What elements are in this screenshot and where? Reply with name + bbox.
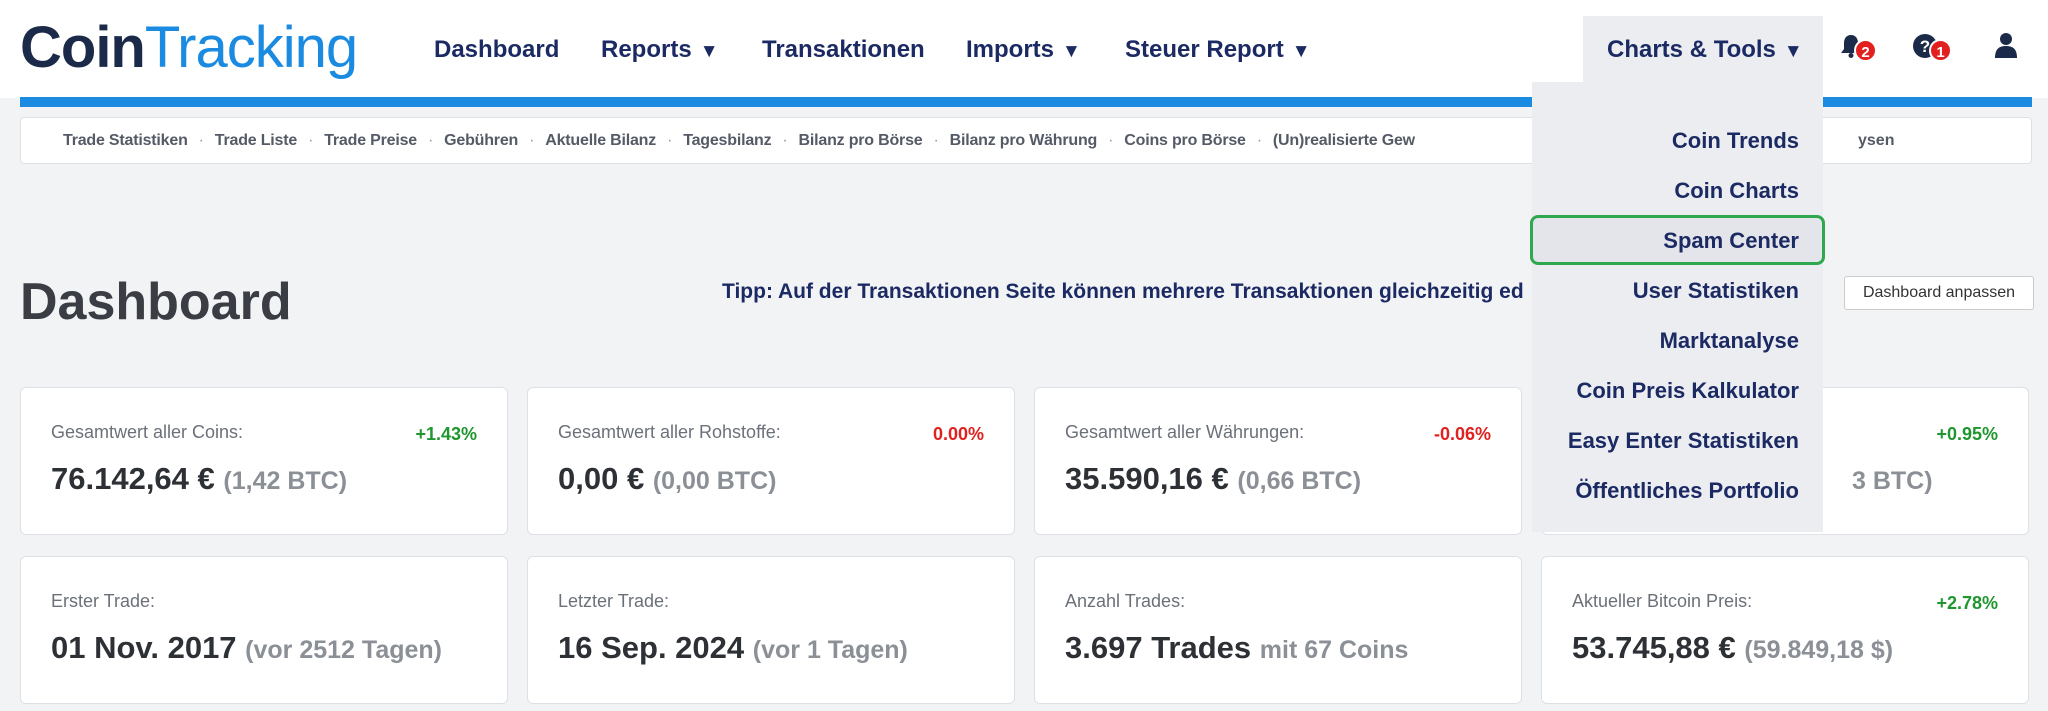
- subnav-item[interactable]: Tagesbilanz: [683, 132, 771, 149]
- stat-card-change: 0.00%: [932, 424, 984, 444]
- nav-steuer-report[interactable]: Steuer Report ▼: [1125, 36, 1311, 64]
- subnav-separator: ·: [529, 132, 535, 149]
- nav-imports[interactable]: Imports ▼: [966, 36, 1081, 64]
- subnav-separator: ·: [198, 132, 204, 149]
- stat-card[interactable]: Gesamtwert aller Währungen: 35.590,16 € (…: [1034, 387, 1522, 535]
- stat-card-main-value: 35.590,16 €: [1065, 461, 1229, 496]
- stat-card-label: Gesamtwert aller Rohstoffe:: [558, 422, 781, 442]
- subnav-item[interactable]: Trade Statistiken: [63, 132, 188, 149]
- subnav-item[interactable]: Trade Preise: [324, 132, 417, 149]
- subnav-item[interactable]: Aktuelle Bilanz: [545, 132, 656, 149]
- subnav-item-partial[interactable]: ysen: [1858, 132, 1894, 150]
- stat-card-value: 35.590,16 € (0,66 BTC): [1065, 461, 1361, 497]
- user-icon: [1995, 33, 2017, 58]
- dropdown-item-user-statistiken[interactable]: User Statistiken: [1633, 278, 1799, 304]
- page-title: Dashboard: [20, 273, 292, 331]
- chevron-down-icon: ▼: [1062, 41, 1081, 62]
- nav-charts-tools[interactable]: Charts & Tools ▼: [1583, 16, 1823, 86]
- dropdown-item-easy-enter-statistiken[interactable]: Easy Enter Statistiken: [1568, 428, 1799, 454]
- subnav-item[interactable]: Coins pro Börse: [1124, 132, 1246, 149]
- stat-card-change: +0.95%: [1936, 424, 1998, 444]
- tip-text: Tipp: Auf der Transaktionen Seite können…: [722, 280, 1524, 303]
- stat-card-value: 53.745,88 € (59.849,18 $): [1572, 630, 1893, 666]
- stat-card[interactable]: Gesamtwert aller Coins: 76.142,64 € (1,42…: [20, 387, 508, 535]
- stat-card-main-value: 16 Sep. 2024: [558, 630, 745, 665]
- stat-card-sub-value: (0,66 BTC): [1237, 467, 1362, 495]
- chevron-down-icon: ▼: [1291, 41, 1311, 62]
- stat-card-main-value: 01 Nov. 2017: [51, 630, 237, 665]
- stat-card-label: Gesamtwert aller Währungen:: [1065, 422, 1305, 442]
- stat-card-value: 16 Sep. 2024 (vor 1 Tagen): [558, 630, 908, 666]
- subnav-item[interactable]: Bilanz pro Börse: [799, 132, 923, 149]
- nav-transaktionen[interactable]: Transaktionen: [762, 36, 925, 64]
- dropdown-item-coin-trends[interactable]: Coin Trends: [1672, 128, 1799, 154]
- stat-card-main-value: 76.142,64 €: [51, 461, 215, 496]
- stat-card-label: Letzter Trade:: [558, 591, 670, 611]
- stat-card-label: Erster Trade:: [51, 591, 156, 611]
- stat-card[interactable]: Anzahl Trades: 3.697 Trades mit 67 Coins: [1034, 556, 1522, 704]
- dropdown-item-öffentliches-portfolio[interactable]: Öffentliches Portfolio: [1575, 478, 1799, 504]
- stat-card[interactable]: Gesamtwert aller Rohstoffe: 0,00 € (0,00 …: [527, 387, 1015, 535]
- stat-card-sub-value: (0,00 BTC): [652, 467, 777, 495]
- dropdown-item-coin-preis-kalkulator[interactable]: Coin Preis Kalkulator: [1576, 378, 1799, 404]
- chevron-down-icon: ▼: [1783, 41, 1803, 62]
- stat-card-value: 76.142,64 € (1,42 BTC): [51, 461, 347, 497]
- notifications-button[interactable]: 2: [1838, 28, 1878, 68]
- help-badge: 1: [1929, 39, 1952, 62]
- stat-card-value: 3.697 Trades mit 67 Coins: [1065, 630, 1408, 666]
- subnav-separator: ·: [933, 132, 939, 149]
- stat-card-change: +2.78%: [1936, 593, 1998, 613]
- stat-card-label: Gesamtwert aller Coins:: [51, 422, 244, 442]
- stat-card-label: Aktueller Bitcoin Preis:: [1572, 591, 1753, 611]
- stat-card-change: -0.06%: [1433, 424, 1491, 444]
- user-menu-button[interactable]: [1992, 28, 2032, 68]
- stat-card-main-value: 3.697 Trades: [1065, 630, 1252, 665]
- subnav-separator: ·: [1256, 132, 1262, 149]
- dropdown-item-coin-charts[interactable]: Coin Charts: [1674, 178, 1799, 204]
- subnav-item[interactable]: (Un)realisierte Gew: [1273, 132, 1415, 149]
- nav-dashboard[interactable]: Dashboard: [434, 36, 559, 64]
- stat-card-sub-value: 3 BTC): [1852, 467, 1933, 495]
- stat-card-sub-value: mit 67 Coins: [1259, 636, 1409, 664]
- subnav-links: Trade Statistiken · Trade Liste · Trade Prei…: [63, 132, 1415, 150]
- dropdown-item-marktanalyse[interactable]: Marktanalyse: [1660, 328, 1799, 354]
- stat-card[interactable]: Erster Trade: 01 Nov. 2017 (vor 2512 Tage…: [20, 556, 508, 704]
- subnav-separator: ·: [308, 132, 314, 149]
- stat-card-change: +1.43%: [415, 424, 477, 444]
- subnav-separator: ·: [428, 132, 434, 149]
- stat-card-main-value: 0,00 €: [558, 461, 645, 496]
- customize-dashboard-button[interactable]: Dashboard anpassen: [1844, 276, 2034, 310]
- coin-tracking-logo[interactable]: CoinTracking: [20, 14, 358, 81]
- stat-card-value: 01 Nov. 2017 (vor 2512 Tagen): [51, 630, 442, 666]
- subnav-separator: ·: [782, 132, 788, 149]
- nav-reports[interactable]: Reports ▼: [601, 36, 719, 64]
- stat-card-sub-value: (vor 2512 Tagen): [245, 636, 442, 664]
- stat-card-value: 0,00 € (0,00 BTC): [558, 461, 776, 497]
- stat-card-main-value: 53.745,88 €: [1572, 630, 1736, 665]
- stat-card[interactable]: Letzter Trade: 16 Sep. 2024 (vor 1 Tagen): [527, 556, 1015, 704]
- subnav-item[interactable]: Trade Liste: [215, 132, 297, 149]
- dropdown-item-spam-center[interactable]: Spam Center: [1663, 228, 1799, 254]
- subnav-separator: ·: [667, 132, 673, 149]
- subnav-item[interactable]: Bilanz pro Währung: [950, 132, 1098, 149]
- stat-card-value: 3 BTC): [1852, 461, 1933, 497]
- stat-card-sub-value: (59.849,18 $): [1744, 636, 1894, 664]
- stat-card-label: Anzahl Trades:: [1065, 591, 1186, 611]
- stat-card-sub-value: (vor 1 Tagen): [752, 636, 908, 664]
- notifications-badge: 2: [1854, 39, 1877, 62]
- chevron-down-icon: ▼: [699, 41, 719, 62]
- stat-card[interactable]: Aktueller Bitcoin Preis: 53.745,88 € (59.…: [1541, 556, 2029, 704]
- help-button[interactable]: ? 1: [1912, 28, 1952, 68]
- stat-card-sub-value: (1,42 BTC): [223, 467, 348, 495]
- subnav-item[interactable]: Gebühren: [444, 132, 518, 149]
- subnav-separator: ·: [1108, 132, 1114, 149]
